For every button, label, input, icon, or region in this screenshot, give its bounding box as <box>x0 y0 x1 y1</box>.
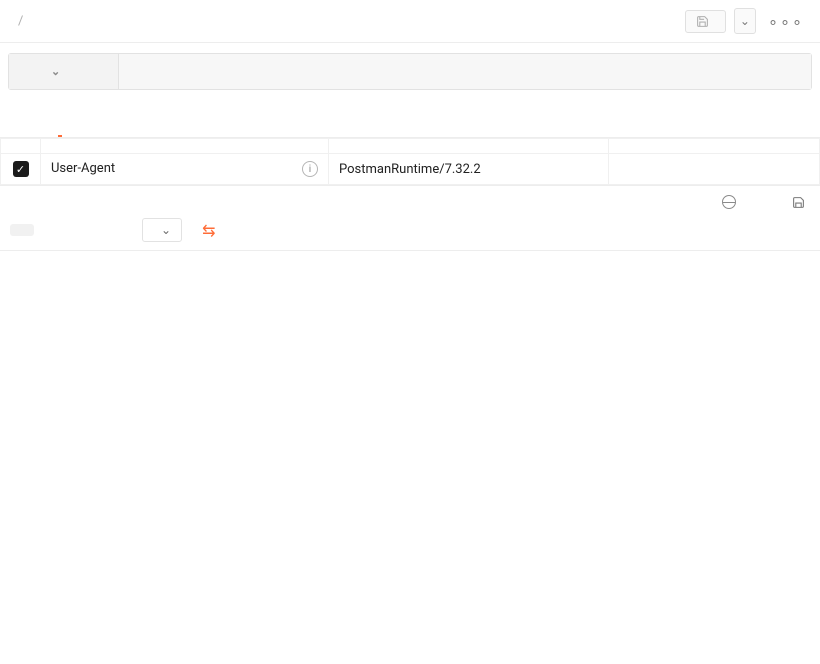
chevron-down-icon: ⌄ <box>51 65 60 78</box>
save-response-button[interactable] <box>792 196 810 209</box>
code-line <box>40 390 71 409</box>
tab-headers[interactable] <box>58 102 62 137</box>
line-number <box>0 352 40 371</box>
code-line <box>40 257 71 276</box>
chevron-down-icon: ⌄ <box>740 14 750 28</box>
save-button[interactable] <box>685 10 726 33</box>
response-meta <box>722 195 810 209</box>
info-icon[interactable]: i <box>302 161 318 177</box>
url-bar: ⌄ <box>8 53 812 90</box>
url-input[interactable] <box>119 54 811 89</box>
top-bar: / ⌄ ∘∘∘ <box>0 0 820 43</box>
lang-select[interactable]: ⌄ <box>142 218 182 242</box>
value-placeholder[interactable] <box>329 139 609 154</box>
table-row: ✓ User-AgentiPostmanRuntime/7.32.2 <box>1 154 820 185</box>
top-actions: ⌄ ∘∘∘ <box>685 8 808 34</box>
request-tabs <box>0 96 820 138</box>
key-placeholder[interactable] <box>41 139 329 154</box>
headers-table: ✓ User-AgentiPostmanRuntime/7.32.2 <box>0 138 820 185</box>
line-number <box>0 390 40 409</box>
description-placeholder[interactable] <box>609 139 820 154</box>
code-line <box>40 371 102 390</box>
code-line <box>40 276 102 295</box>
code-line <box>40 295 134 314</box>
globe-icon[interactable] <box>722 195 736 209</box>
view-visualize[interactable] <box>104 224 124 236</box>
response-tabs <box>10 194 64 210</box>
more-button[interactable]: ∘∘∘ <box>764 12 808 31</box>
code-view[interactable] <box>0 251 820 419</box>
view-raw[interactable] <box>44 224 64 236</box>
line-number <box>0 371 40 390</box>
save-dropdown[interactable]: ⌄ <box>734 8 756 34</box>
line-number <box>0 333 40 352</box>
line-number <box>0 257 40 276</box>
save-icon <box>792 196 805 209</box>
header-key[interactable]: User-Agenti <box>41 154 329 185</box>
code-line <box>40 333 165 352</box>
line-number <box>0 295 40 314</box>
checkbox[interactable]: ✓ <box>13 161 29 177</box>
breadcrumb-sep: / <box>18 14 23 29</box>
table-row-empty <box>1 139 820 154</box>
breadcrumb[interactable]: / <box>12 14 29 29</box>
code-line <box>40 352 134 371</box>
line-number <box>0 314 40 333</box>
code-line <box>40 314 165 333</box>
view-preview[interactable] <box>74 224 94 236</box>
wrap-icon[interactable]: ⇆ <box>202 221 215 240</box>
view-pretty[interactable] <box>10 224 34 236</box>
chevron-down-icon: ⌄ <box>161 223 171 237</box>
method-select[interactable]: ⌄ <box>9 54 119 89</box>
line-number <box>0 276 40 295</box>
header-description[interactable] <box>609 154 820 185</box>
save-icon <box>696 15 709 28</box>
response-bar <box>0 185 820 210</box>
view-bar: ⌄ ⇆ <box>0 210 820 251</box>
header-value[interactable]: PostmanRuntime/7.32.2 <box>329 154 609 185</box>
